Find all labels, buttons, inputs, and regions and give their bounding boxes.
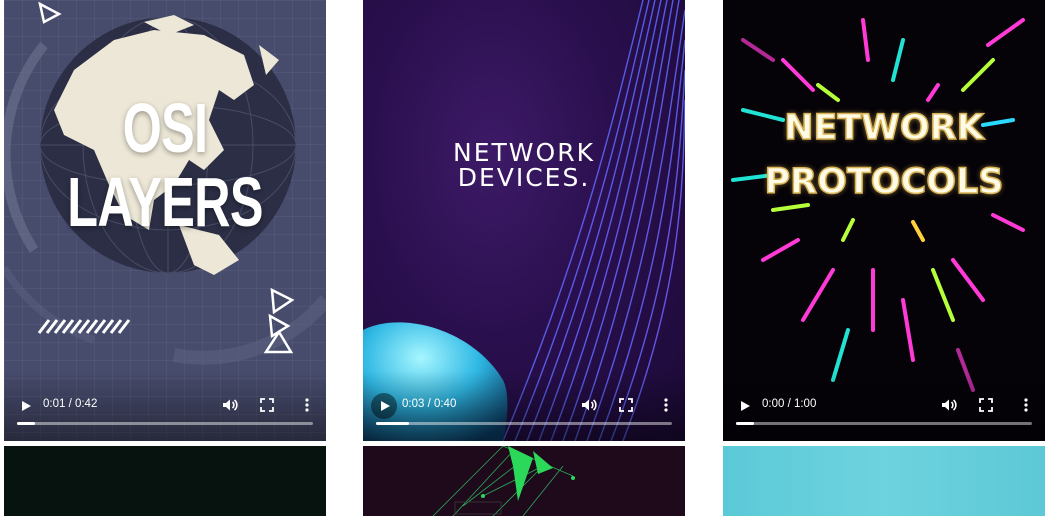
- video-player-osi-layers[interactable]: OSI LAYERS 0:01 / 0:42: [4, 0, 326, 441]
- video-title-line2: DEVICES.: [457, 163, 591, 192]
- progress-bar[interactable]: [736, 422, 1032, 425]
- play-button[interactable]: [12, 393, 38, 419]
- play-icon: [741, 401, 750, 411]
- play-icon: [381, 401, 390, 411]
- progress-fill: [376, 422, 409, 425]
- video-controls: 0:01 / 0:42: [4, 371, 326, 441]
- time-display: 0:00 / 1:00: [762, 398, 817, 410]
- progress-bar[interactable]: [376, 422, 672, 425]
- time-display: 0:01 / 0:42: [43, 398, 98, 410]
- play-icon: [22, 401, 31, 411]
- video-player-network-devices[interactable]: NETWORK DEVICES. 0:03 / 0:40: [363, 0, 685, 441]
- more-options-icon[interactable]: [661, 397, 671, 413]
- volume-icon[interactable]: [222, 397, 238, 413]
- play-button[interactable]: [731, 393, 757, 419]
- video-grid: OSI LAYERS 0:01 / 0:42 NETWORK DEVICES. …: [0, 0, 1046, 516]
- video-title-line2: LAYERS: [67, 163, 263, 241]
- fullscreen-icon[interactable]: [619, 398, 633, 412]
- video-controls: 0:00 / 1:00: [723, 371, 1045, 441]
- network-graph-illustration: [432, 446, 575, 516]
- progress-fill: [17, 422, 35, 425]
- video-title-line1: OSI: [122, 89, 208, 167]
- video-controls: 0:03 / 0:40: [363, 371, 685, 441]
- play-button[interactable]: [371, 393, 397, 419]
- video-title-line1: NETWORK: [783, 107, 984, 149]
- fullscreen-icon[interactable]: [979, 398, 993, 412]
- video-thumbnail[interactable]: [723, 446, 1045, 516]
- volume-icon[interactable]: [941, 397, 957, 413]
- time-display: 0:03 / 0:40: [402, 398, 457, 410]
- progress-fill: [736, 422, 754, 425]
- video-title-line2: PROTOCOLS: [764, 161, 1004, 203]
- progress-bar[interactable]: [17, 422, 313, 425]
- video-player-network-protocols[interactable]: NETWORK PROTOCOLS 0:00 / 1:00: [723, 0, 1045, 441]
- more-options-icon[interactable]: [302, 397, 312, 413]
- video-thumbnail[interactable]: [4, 446, 326, 516]
- more-options-icon[interactable]: [1021, 397, 1031, 413]
- video-thumbnail[interactable]: [363, 446, 685, 516]
- fullscreen-icon[interactable]: [260, 398, 274, 412]
- volume-icon[interactable]: [581, 397, 597, 413]
